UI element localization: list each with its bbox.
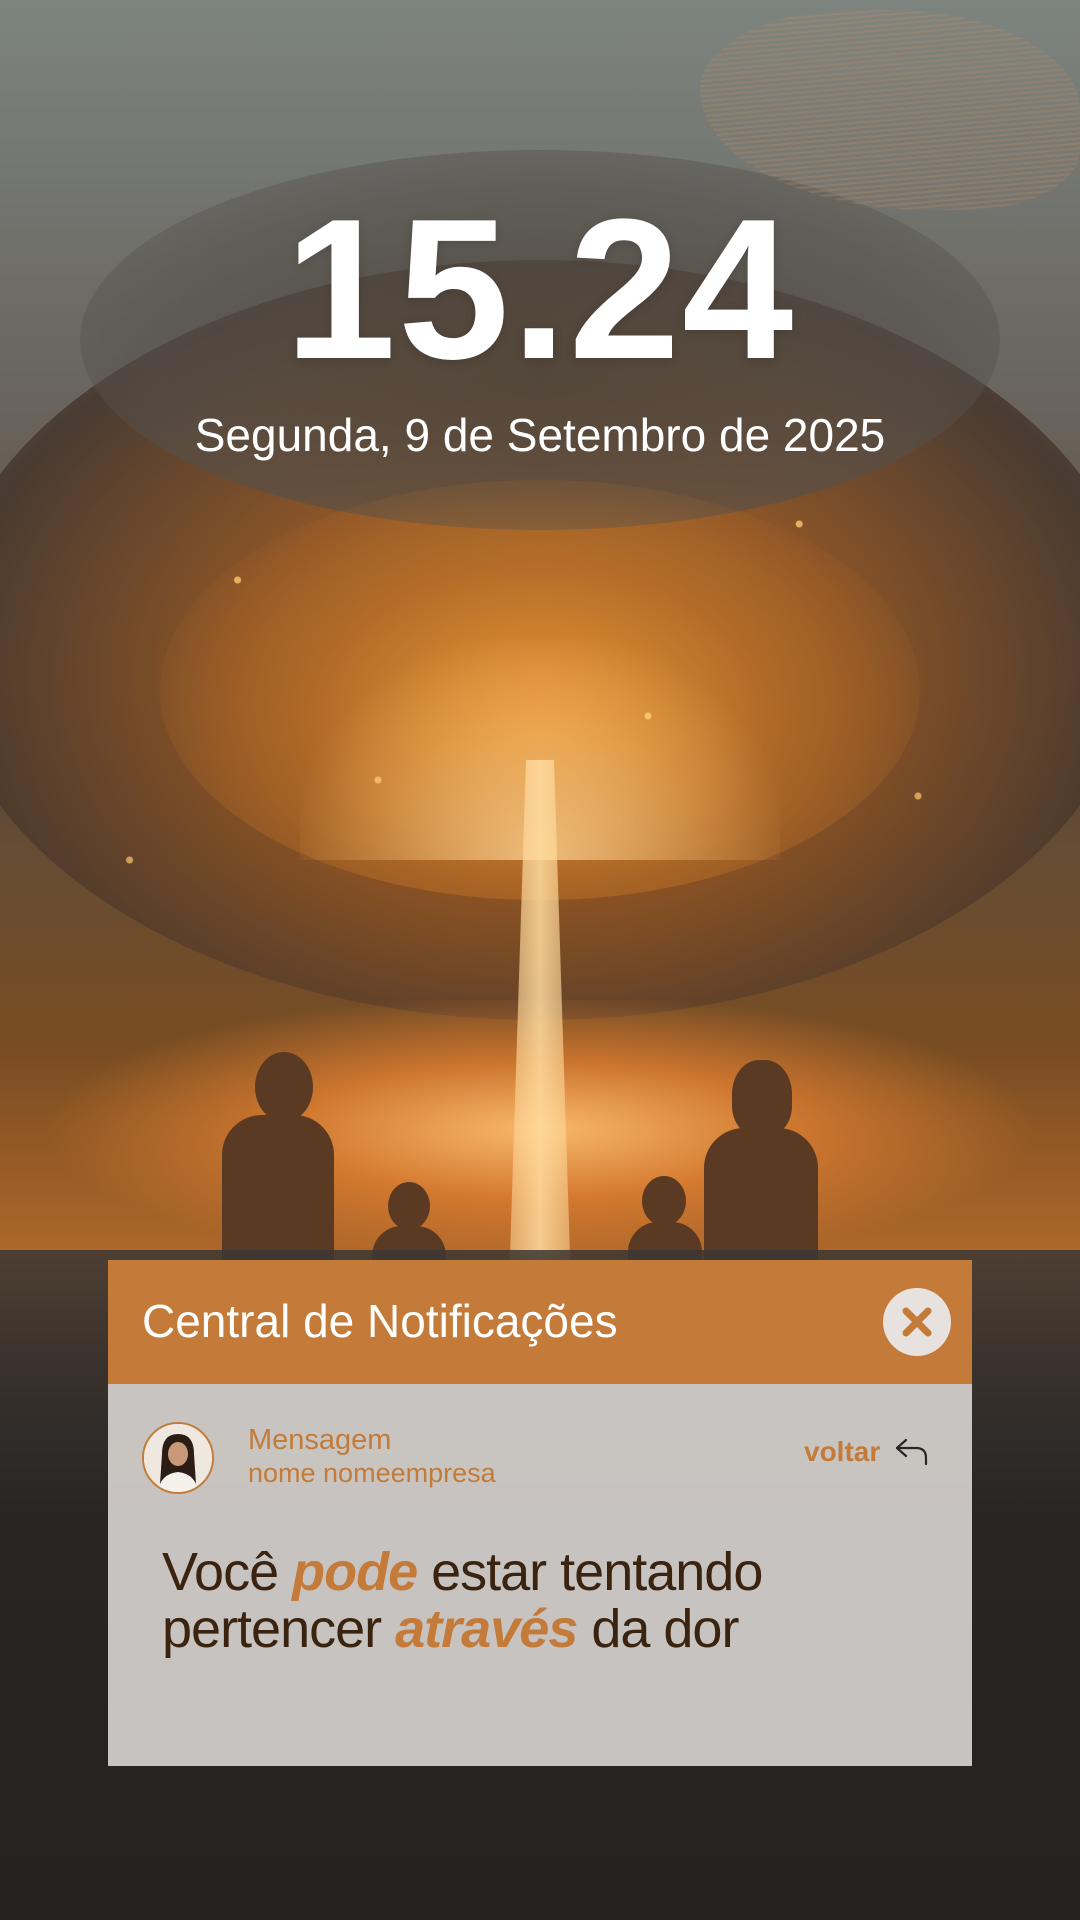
- lockscreen-date: Segunda, 9 de Setembro de 2025: [194, 409, 886, 461]
- reply-arrow-icon: [896, 1438, 928, 1466]
- sender-name: nome nomeempresa: [248, 1458, 496, 1488]
- message-label: Mensagem: [248, 1424, 392, 1456]
- notification-center-title: Central de Notificações: [142, 1295, 618, 1347]
- message-accent-2: através: [395, 1598, 578, 1659]
- back-label: voltar: [804, 1436, 881, 1467]
- message-accent-1: pode: [292, 1542, 418, 1602]
- close-button[interactable]: [883, 1288, 951, 1356]
- notification-body[interactable]: Mensagem nome nomeempresa voltar Você po…: [108, 1384, 972, 1766]
- message-text-1: Você: [162, 1542, 293, 1602]
- notification-header: Central de Notificações: [108, 1260, 972, 1384]
- avatar-photo: [144, 1424, 212, 1492]
- notification-center-card: Central de Notificações Mensagem nome no…: [108, 1260, 972, 1766]
- back-button[interactable]: voltar: [804, 1436, 930, 1468]
- message-text-3: da dor: [577, 1598, 739, 1659]
- avatar: [142, 1422, 214, 1494]
- close-icon: [902, 1307, 932, 1337]
- notification-message: Você pode estar tentando pertencer atrav…: [162, 1544, 922, 1657]
- lockscreen-clock: 15.24: [284, 178, 796, 401]
